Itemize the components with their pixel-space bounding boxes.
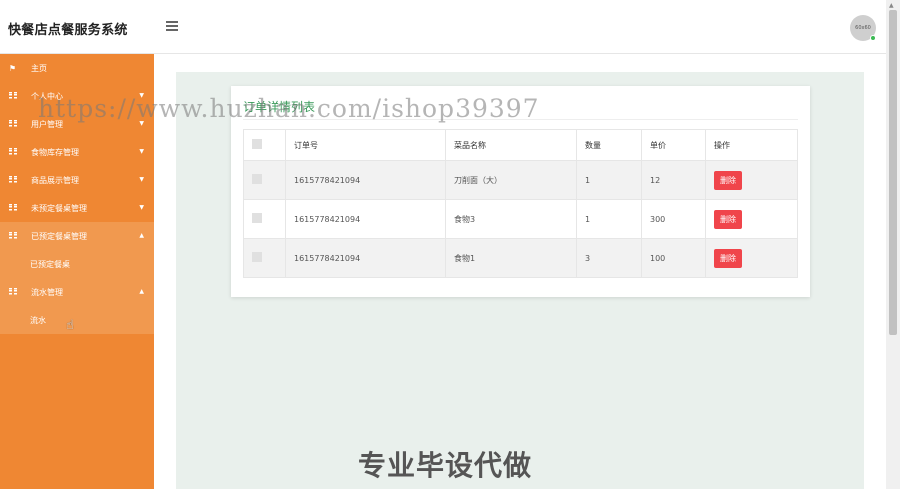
- order-no-cell: 1615778421094: [285, 160, 446, 200]
- caret-down-icon: ▼: [139, 176, 144, 183]
- table-row: 1615778421094 食物1 3 100 删除: [243, 238, 798, 278]
- app-title: 快餐店点餐服务系统: [8, 23, 128, 38]
- sidebar-item-product-display[interactable]: 商品展示管理 ▼: [0, 166, 154, 194]
- select-all-checkbox[interactable]: [252, 139, 262, 149]
- sidebar-item-label: 已预定餐桌管理: [31, 231, 87, 241]
- row-checkbox[interactable]: [252, 174, 262, 184]
- delete-button[interactable]: 删除: [714, 170, 742, 190]
- sidebar-item-home[interactable]: ⚑ 主页: [0, 54, 154, 82]
- caret-down-icon: ▼: [139, 148, 144, 155]
- sidebar-item-reserved-tables[interactable]: 已预定餐桌管理 ▲: [0, 222, 154, 250]
- grid-icon: [8, 231, 17, 241]
- table-row: 1615778421094 食物3 1 300 删除: [243, 199, 798, 239]
- order-no-cell: 1615778421094: [285, 238, 446, 278]
- sidebar-item-unreserved-tables[interactable]: 未预定餐桌管理 ▼: [0, 194, 154, 222]
- caret-up-icon: ▲: [139, 232, 144, 239]
- grid-icon: [8, 147, 17, 157]
- action-cell: 删除: [705, 160, 798, 200]
- sidebar-item-label: 流水管理: [31, 287, 63, 297]
- page-scrollbar[interactable]: ▲: [886, 0, 900, 489]
- order-no-cell: 1615778421094: [285, 199, 446, 239]
- caret-down-icon: ▼: [139, 204, 144, 211]
- column-header: 单价: [641, 129, 706, 161]
- row-select-cell: [243, 199, 286, 239]
- grid-icon: [8, 175, 17, 185]
- hand-cursor-icon: ☝: [66, 318, 74, 333]
- delete-button[interactable]: 删除: [714, 248, 742, 268]
- row-checkbox[interactable]: [252, 213, 262, 223]
- promo-banner-text: 专业毕设代做: [358, 449, 533, 482]
- column-header: 菜品名称: [445, 129, 577, 161]
- grid-icon: [8, 287, 17, 297]
- column-header: 数量: [576, 129, 642, 161]
- order-detail-table: 订单号 菜品名称 数量 单价 操作 1615778421094 刀削面（大） 1…: [243, 129, 798, 278]
- price-cell: 300: [641, 199, 706, 239]
- action-cell: 删除: [705, 199, 798, 239]
- table-row: 1615778421094 刀削面（大） 1 12 删除: [243, 160, 798, 200]
- scroll-thumb[interactable]: [889, 10, 897, 335]
- table-header-row: 订单号 菜品名称 数量 单价 操作: [243, 129, 798, 161]
- row-checkbox[interactable]: [252, 252, 262, 262]
- dish-cell: 刀削面（大）: [445, 160, 577, 200]
- price-cell: 100: [641, 238, 706, 278]
- sidebar-item-flow-management[interactable]: 流水管理 ▲: [0, 278, 154, 306]
- sidebar-item-label: 商品展示管理: [31, 175, 79, 185]
- delete-button[interactable]: 删除: [714, 209, 742, 229]
- sidebar-subitem-flow[interactable]: 流水: [0, 306, 154, 334]
- menu-toggle-icon[interactable]: [166, 21, 178, 31]
- caret-up-icon: ▲: [139, 288, 144, 295]
- qty-cell: 1: [576, 199, 642, 239]
- sidebar-item-label: 主页: [31, 63, 47, 73]
- qty-cell: 1: [576, 160, 642, 200]
- grid-icon: [8, 203, 17, 213]
- dish-cell: 食物3: [445, 199, 577, 239]
- select-all-cell: [243, 129, 286, 161]
- column-header: 订单号: [285, 129, 446, 161]
- sidebar-item-food-inventory[interactable]: 食物库存管理 ▼: [0, 138, 154, 166]
- row-select-cell: [243, 160, 286, 200]
- action-cell: 删除: [705, 238, 798, 278]
- dish-cell: 食物1: [445, 238, 577, 278]
- qty-cell: 3: [576, 238, 642, 278]
- price-cell: 12: [641, 160, 706, 200]
- top-header: 快餐店点餐服务系统 60x60: [0, 0, 886, 54]
- scroll-up-arrow-icon[interactable]: ▲: [889, 2, 894, 9]
- grid-icon: [8, 91, 17, 101]
- watermark-text: https://www.huzhan.com/ishop39397: [38, 94, 540, 123]
- sidebar-subitem-reserved-table[interactable]: 已预定餐桌: [0, 250, 154, 278]
- column-header: 操作: [705, 129, 798, 161]
- row-select-cell: [243, 238, 286, 278]
- sidebar-item-label: 未预定餐桌管理: [31, 203, 87, 213]
- flag-icon: ⚑: [8, 63, 17, 73]
- online-status-dot: [870, 35, 876, 41]
- sidebar-item-label: 食物库存管理: [31, 147, 79, 157]
- grid-icon: [8, 119, 17, 129]
